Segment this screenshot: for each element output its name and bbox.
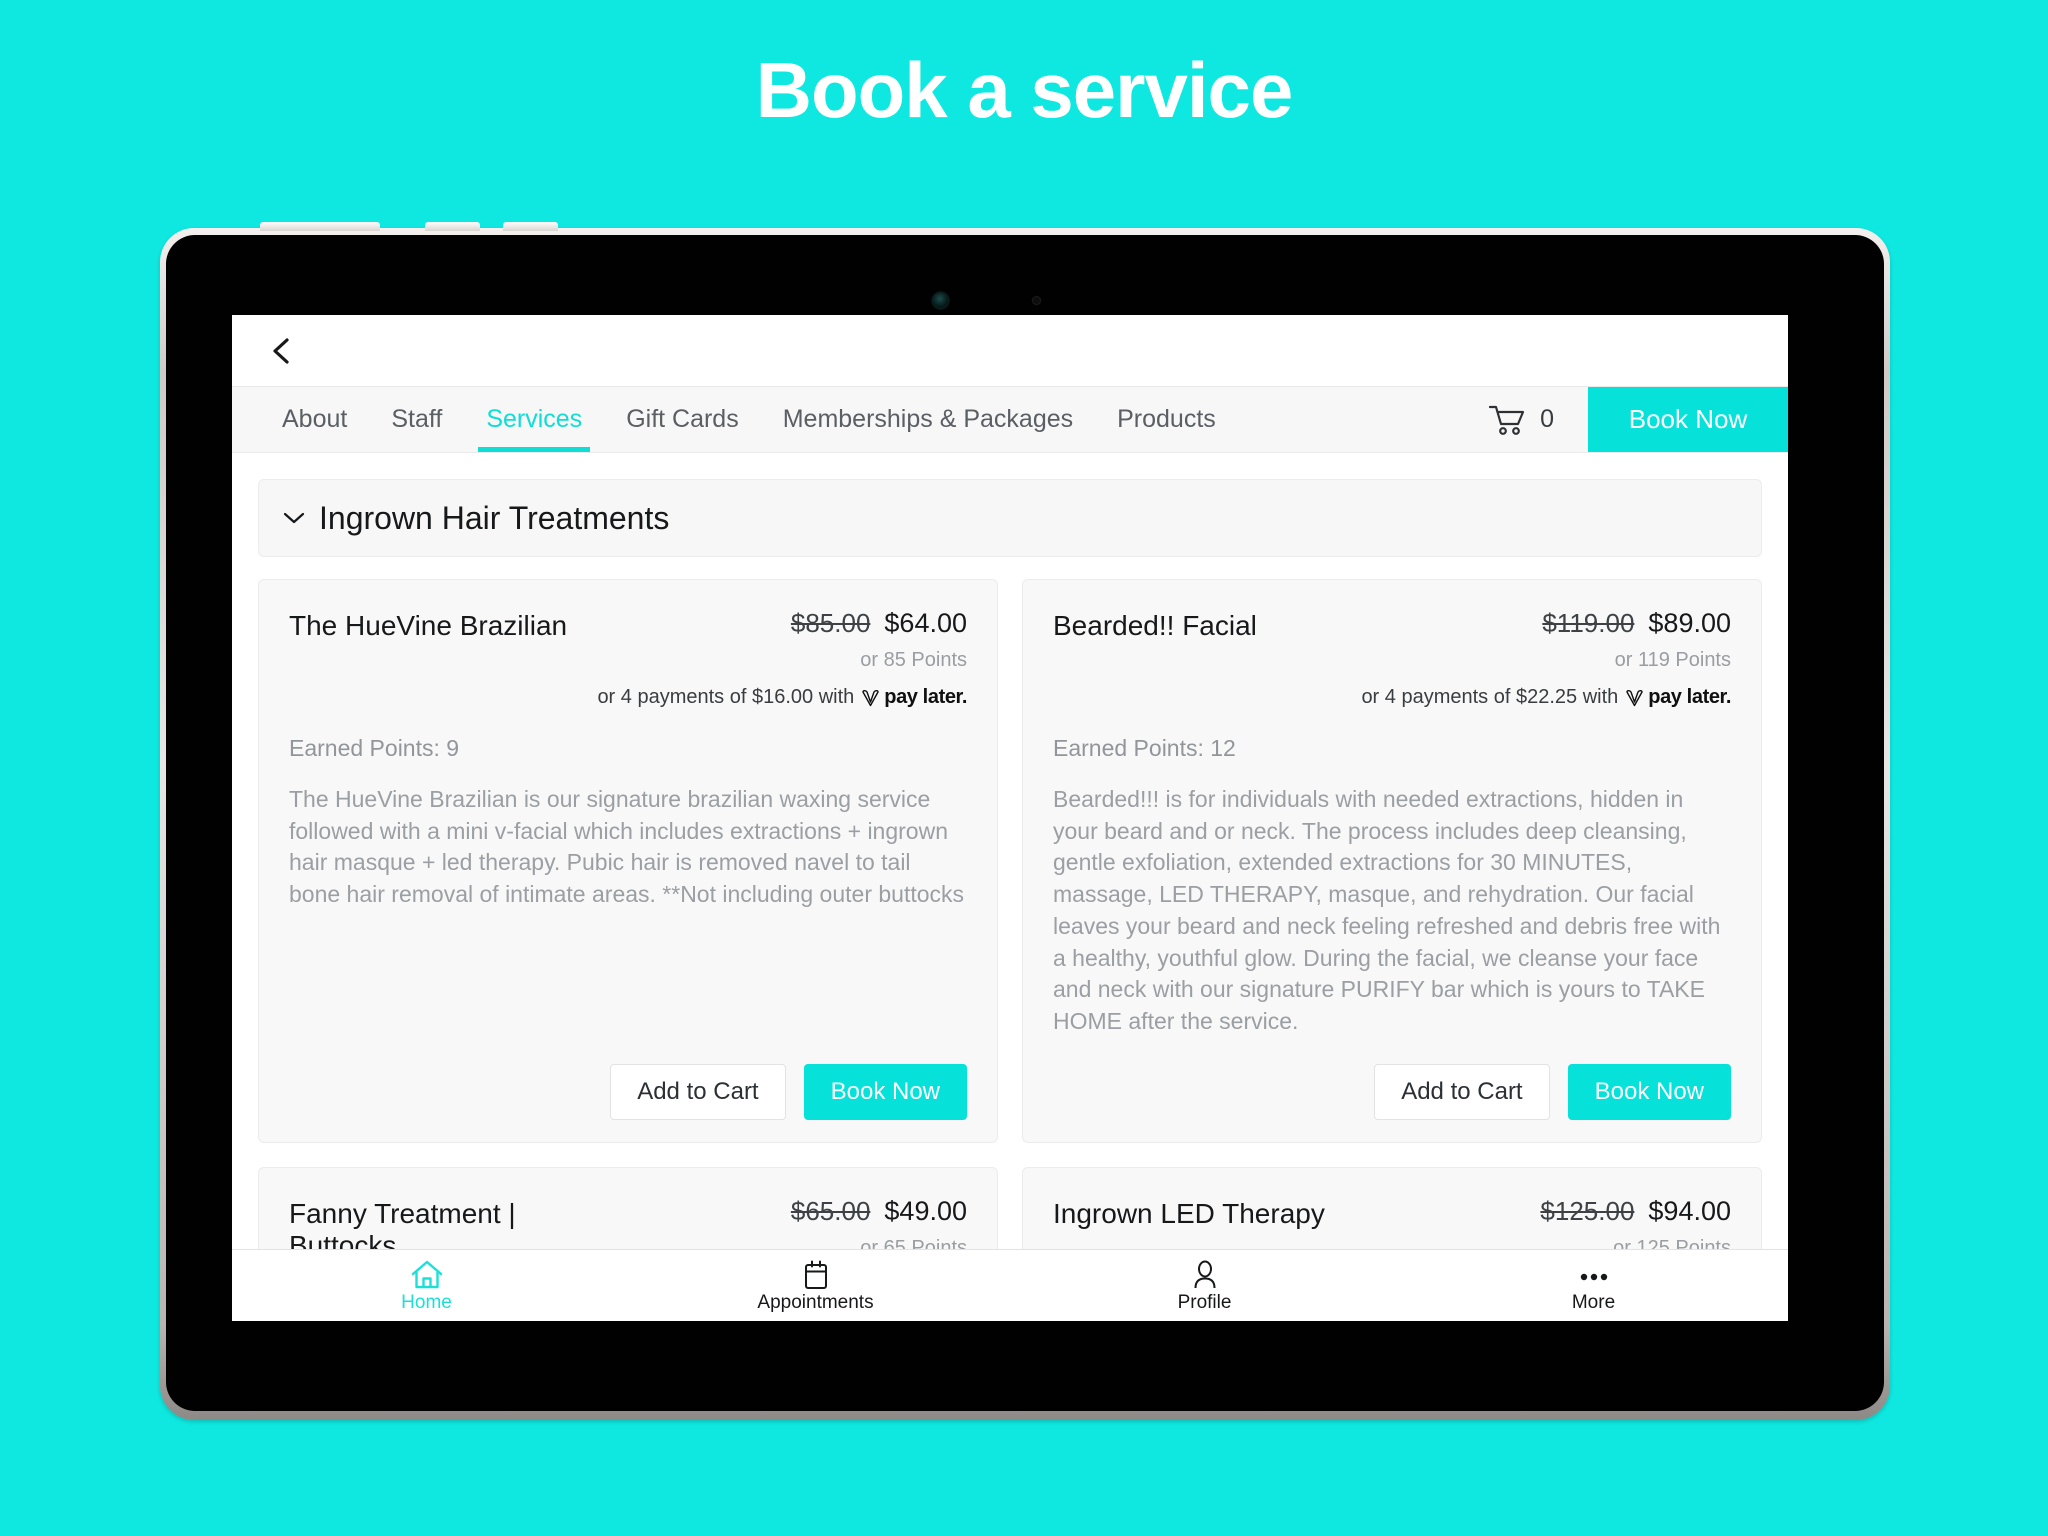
calendar-icon (804, 1260, 827, 1289)
price-row: $85.00 $64.00 (597, 608, 967, 639)
ellipsis-icon (1580, 1273, 1607, 1281)
original-price: $125.00 (1540, 1195, 1635, 1226)
service-price-block: $119.00 $89.00 or 119 Points or 4 paymen… (1361, 608, 1731, 709)
bottom-nav-label: Appointments (757, 1292, 874, 1313)
chevron-down-icon (283, 512, 305, 524)
cart-count: 0 (1540, 405, 1554, 433)
earned-points: Earned Points: 9 (289, 735, 460, 761)
bottom-nav-more[interactable]: More (1399, 1250, 1788, 1321)
installment-text: or 4 payments of $16.00 with (597, 686, 855, 708)
service-description: The HueVine Brazilian is our signature b… (289, 786, 965, 908)
service-card-header: The HueVine Brazilian $85.00 $64.00 or 8… (289, 608, 967, 709)
bottom-nav-label: More (1571, 1292, 1616, 1313)
service-card-grid: The HueVine Brazilian $85.00 $64.00 or 8… (258, 579, 1762, 1321)
tab-staff[interactable]: Staff (369, 387, 464, 452)
sale-price: $49.00 (884, 1195, 967, 1226)
person-icon (1194, 1260, 1215, 1289)
original-price: $119.00 (1542, 608, 1635, 638)
service-name: Bearded!! Facial (1053, 610, 1257, 641)
installment-note: or 4 payments of $16.00 with pay later. (597, 686, 967, 709)
original-price: $85.00 (790, 608, 871, 638)
service-price-block: $85.00 $64.00 or 85 Points or 4 payments… (597, 608, 967, 709)
tablet-device-frame: About Staff Services Gift Cards Membersh… (160, 222, 1890, 1420)
tablet-hardware-buttons (230, 222, 930, 232)
service-card-actions: Add to Cart Book Now (1053, 1038, 1731, 1120)
tab-label: Gift Cards (626, 405, 739, 433)
tablet-screen-bezel: About Staff Services Gift Cards Membersh… (166, 235, 1884, 1411)
tab-memberships-packages[interactable]: Memberships & Packages (761, 387, 1095, 452)
bottom-nav-label: Home (401, 1292, 452, 1313)
service-card-actions: Add to Cart Book Now (289, 1038, 967, 1120)
back-button[interactable] (266, 334, 300, 368)
paylater-logo: pay later. (861, 686, 967, 709)
installment-note: or 4 payments of $22.25 with pay later. (1361, 686, 1731, 709)
primary-nav: About Staff Services Gift Cards Membersh… (232, 387, 1788, 453)
page-title: Book a service (755, 46, 1294, 134)
app-header (232, 315, 1788, 387)
chevron-left-icon (273, 337, 289, 364)
vagaro-heart-icon (862, 689, 879, 706)
tab-products[interactable]: Products (1095, 387, 1238, 452)
add-to-cart-button[interactable]: Add to Cart (610, 1063, 786, 1120)
price-row: $65.00 $49.00 (597, 1196, 967, 1227)
tab-services[interactable]: Services (464, 387, 604, 452)
vagaro-heart-icon (1626, 689, 1643, 706)
ambient-sensor-icon (1033, 297, 1040, 304)
bottom-nav-appointments[interactable]: Appointments (621, 1250, 1010, 1321)
front-camera-icon (933, 293, 948, 308)
tab-gift-cards[interactable]: Gift Cards (604, 387, 761, 452)
service-name: Ingrown LED Therapy (1053, 1197, 1325, 1229)
price-row: $125.00 $94.00 (1361, 1196, 1731, 1227)
bottom-nav-home[interactable]: Home (232, 1250, 621, 1321)
add-to-cart-button[interactable]: Add to Cart (1374, 1063, 1550, 1120)
services-content: Ingrown Hair Treatments The HueVine Braz… (232, 453, 1788, 1321)
earned-points: Earned Points: 12 (1053, 735, 1236, 761)
cart-button[interactable]: 0 (1464, 387, 1588, 452)
section-title: Ingrown Hair Treatments (319, 499, 670, 536)
paylater-logo: pay later. (1625, 686, 1731, 709)
points-price: or 85 Points (860, 649, 967, 671)
installment-text: or 4 payments of $22.25 with (1361, 686, 1619, 708)
sale-price: $89.00 (1648, 608, 1731, 638)
tab-label: Services (486, 405, 583, 433)
service-name: The HueVine Brazilian (289, 610, 568, 641)
points-price: or 119 Points (1614, 649, 1731, 671)
tab-label: Staff (391, 405, 443, 433)
home-icon (411, 1260, 442, 1289)
sale-price: $94.00 (1648, 1195, 1731, 1226)
tab-about[interactable]: About (260, 387, 369, 452)
price-row: $119.00 $89.00 (1361, 608, 1731, 639)
bottom-nav-label: Profile (1177, 1292, 1232, 1313)
nav-actions: 0 Book Now (1464, 387, 1788, 452)
tab-label: About (282, 405, 348, 433)
app-screen: About Staff Services Gift Cards Membersh… (232, 315, 1788, 1321)
sale-price: $64.00 (884, 608, 967, 638)
service-description: Bearded!!! is for individuals with neede… (1053, 786, 1721, 1035)
paylater-brand-text: pay later. (884, 686, 967, 708)
nav-tab-list: About Staff Services Gift Cards Membersh… (232, 387, 1238, 452)
book-now-header-button[interactable]: Book Now (1588, 387, 1788, 452)
section-header-ingrown-hair-treatments[interactable]: Ingrown Hair Treatments (258, 479, 1762, 557)
book-now-button[interactable]: Book Now (1567, 1063, 1731, 1120)
service-card-header: Bearded!! Facial $119.00 $89.00 or 119 P… (1053, 608, 1731, 709)
bottom-nav-profile[interactable]: Profile (1010, 1250, 1399, 1321)
original-price: $65.00 (790, 1195, 871, 1226)
tab-label: Products (1117, 405, 1216, 433)
shopping-cart-icon (1488, 405, 1525, 435)
service-card[interactable]: The HueVine Brazilian $85.00 $64.00 or 8… (258, 579, 998, 1143)
tab-label: Memberships & Packages (782, 405, 1074, 433)
bottom-tab-bar: Home Appointments Profile More (232, 1249, 1788, 1321)
paylater-brand-text: pay later. (1648, 686, 1731, 708)
service-card[interactable]: Bearded!! Facial $119.00 $89.00 or 119 P… (1022, 579, 1762, 1143)
book-now-button[interactable]: Book Now (803, 1063, 967, 1120)
